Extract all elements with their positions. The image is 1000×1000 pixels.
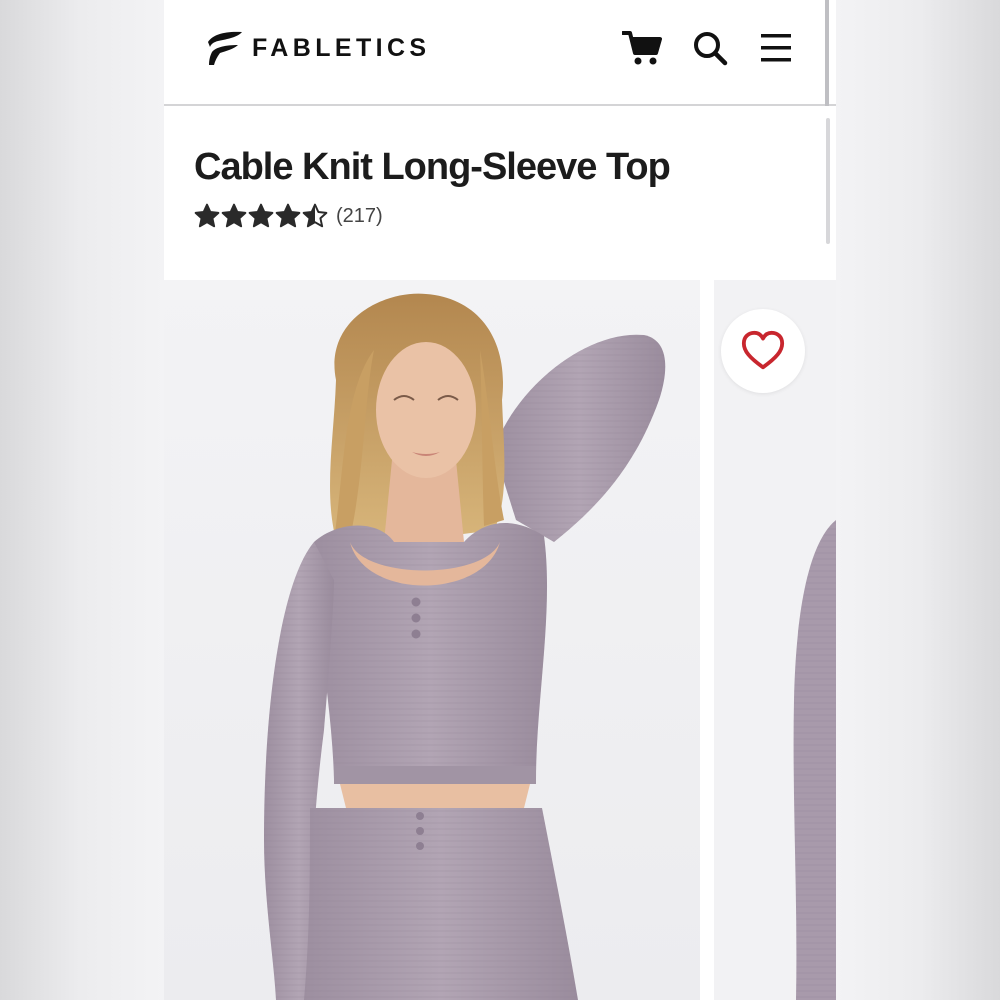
scrollbar-track: [825, 0, 829, 106]
product-title: Cable Knit Long-Sleeve Top: [194, 146, 671, 188]
rating-stars: [194, 203, 329, 229]
search-icon: [694, 32, 728, 66]
favorite-button[interactable]: [721, 309, 805, 393]
cart-icon: [622, 31, 662, 65]
brand-logo[interactable]: FABLETICS: [206, 30, 431, 66]
site-header: FABLETICS: [164, 0, 836, 106]
product-photo-main[interactable]: [164, 280, 700, 1000]
app-screen: FABLETICS Cable Knit Long-Sleeve Top (21…: [164, 0, 836, 1000]
star-full-icon: [275, 203, 301, 228]
scrollbar-thumb[interactable]: [826, 118, 830, 244]
fabletics-logo-icon: [208, 31, 242, 65]
review-count: (217): [336, 204, 383, 227]
product-image-carousel[interactable]: [164, 280, 836, 1000]
hamburger-menu-icon: [761, 34, 791, 62]
cart-button[interactable]: [622, 28, 662, 68]
brand-name: FABLETICS: [252, 33, 431, 62]
product-rating[interactable]: (217): [194, 203, 383, 229]
star-full-icon: [221, 203, 247, 228]
heart-outline-icon: [741, 330, 785, 370]
star-half-icon: [302, 203, 328, 228]
search-button[interactable]: [690, 28, 730, 68]
star-full-icon: [248, 203, 274, 228]
model-in-cable-knit-top-image: [164, 280, 700, 1000]
menu-button[interactable]: [756, 28, 796, 68]
star-full-icon: [194, 203, 220, 228]
